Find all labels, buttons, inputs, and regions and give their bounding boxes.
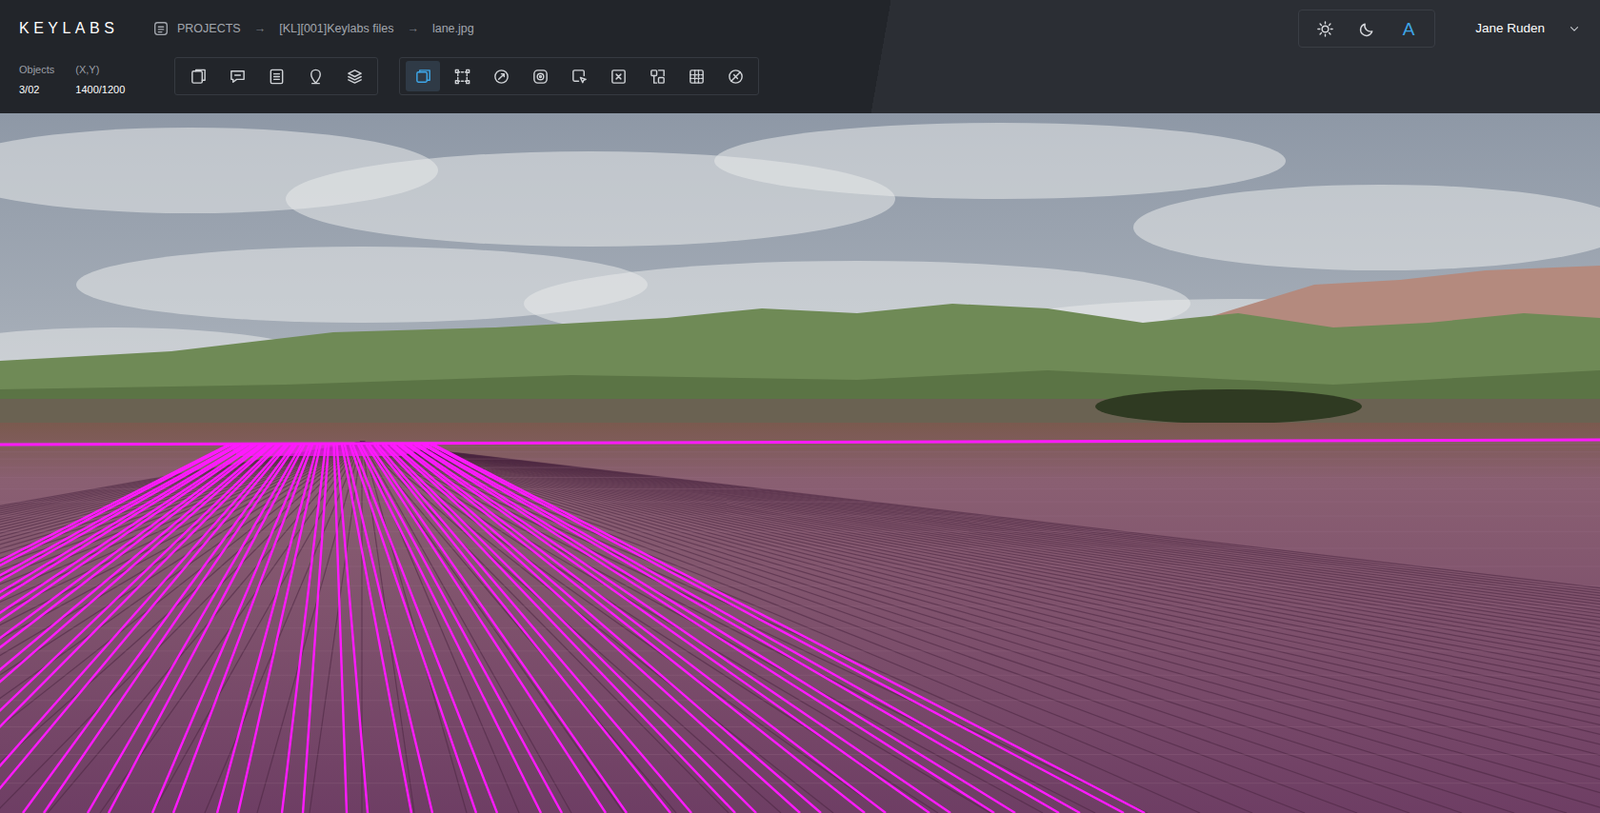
breadcrumb-separator: → — [406, 20, 420, 39]
primary-toolbar — [174, 57, 379, 96]
breadcrumb: PROJECTS → [KL][001]Keylabs files → lane.jpg — [152, 20, 475, 39]
toolbar-row: Objects 3/02 (X,Y) 1400/1200 — [0, 57, 1600, 98]
grid-icon — [687, 67, 706, 86]
box-icon — [414, 67, 433, 86]
breadcrumb-separator: → — [254, 20, 267, 39]
erase-icon — [726, 67, 745, 86]
theme-option[interactable] — [1348, 14, 1385, 43]
tool-button[interactable] — [405, 60, 440, 92]
stat: (X,Y) 1400/1200 — [75, 61, 125, 98]
breadcrumb-item[interactable]: [KL][001]Keylabs files — [279, 20, 394, 39]
stat-value: 3/02 — [19, 81, 55, 99]
user-name: Jane Ruden — [1475, 19, 1545, 39]
tool-button[interactable] — [337, 60, 372, 92]
stats: Objects 3/02 (X,Y) 1400/1200 — [19, 57, 175, 98]
cross-icon — [609, 67, 628, 86]
tool-button[interactable] — [180, 60, 216, 92]
breadcrumb-item[interactable]: lane.jpg — [432, 20, 475, 39]
annotation-canvas[interactable] — [0, 113, 1600, 813]
split-icon — [648, 67, 667, 86]
tool-button[interactable] — [220, 60, 255, 92]
stat-label: (X,Y) — [75, 61, 125, 79]
projects-icon — [152, 20, 170, 38]
stat-label: Objects — [19, 61, 55, 79]
tool-button[interactable] — [718, 60, 753, 92]
target-icon — [531, 67, 550, 86]
comment-icon — [228, 67, 247, 86]
tool-button[interactable] — [600, 60, 636, 92]
auto-theme-label: A — [1402, 20, 1416, 39]
logo[interactable]: KEYLABS — [19, 17, 153, 40]
tool-button[interactable] — [561, 60, 597, 92]
theme-option[interactable]: A — [1390, 14, 1427, 43]
tool-button[interactable] — [444, 60, 480, 92]
list-icon — [267, 67, 286, 86]
cursor-icon — [570, 67, 589, 86]
tool-button[interactable] — [679, 60, 714, 92]
page-icon — [189, 67, 208, 86]
tool-button[interactable] — [640, 60, 675, 92]
theme-option[interactable] — [1306, 14, 1343, 43]
polygon-icon — [492, 67, 511, 86]
image-canvas[interactable] — [0, 113, 1600, 813]
user-menu[interactable]: Jane Ruden — [1475, 19, 1581, 39]
moon-icon — [1358, 20, 1377, 39]
tool-button[interactable] — [483, 60, 519, 92]
tool-button[interactable] — [259, 60, 294, 92]
drawing-toolbar — [399, 57, 760, 96]
top-bar: KEYLABS PROJECTS → [KL][001]Keylabs files → l… — [0, 0, 1600, 114]
chevron-down-icon — [1567, 21, 1581, 36]
tool-button[interactable] — [522, 60, 558, 92]
sun-icon — [1316, 20, 1335, 39]
tool-button[interactable] — [298, 60, 333, 92]
points-icon — [453, 67, 472, 86]
stat-value: 1400/1200 — [75, 81, 125, 99]
tag-icon — [306, 67, 325, 86]
layers-icon — [345, 67, 364, 86]
theme-switcher: A — [1298, 9, 1436, 48]
stat: Objects 3/02 — [19, 61, 55, 98]
breadcrumb-item[interactable]: PROJECTS — [177, 20, 241, 39]
header-row: KEYLABS PROJECTS → [KL][001]Keylabs files → l… — [0, 0, 1600, 58]
